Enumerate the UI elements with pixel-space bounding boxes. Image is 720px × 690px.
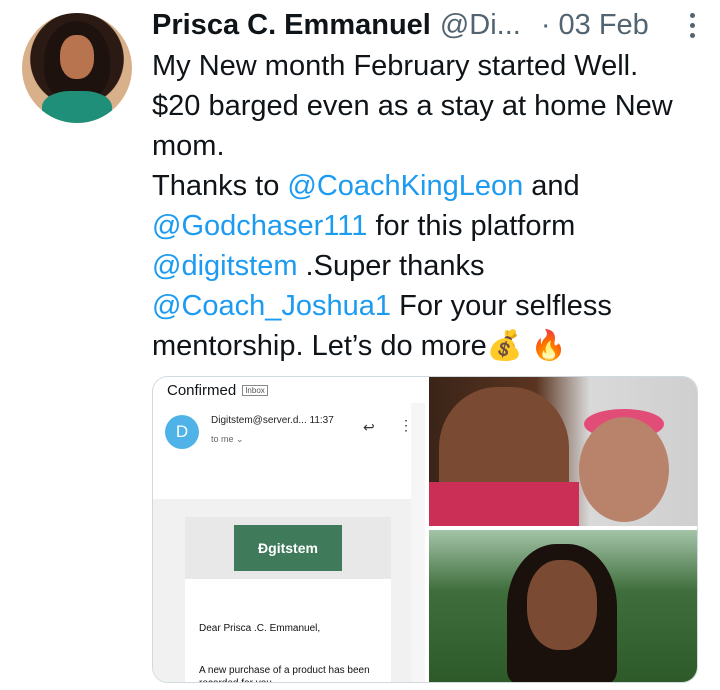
tweet-text-fragment: and [523,170,580,202]
email-card: D Digitstem@server.d... 11:37 to me ⌄ ↩ … [153,403,413,682]
tweet-date[interactable]: 03 Feb [559,9,649,42]
author-name[interactable]: Prisca C. Emmanuel [152,9,431,42]
mention-digitstem[interactable]: @digitstem [152,250,297,282]
tweet-text-fragment: for this platform [367,210,576,242]
tweet-line: @Coach_Joshua1 For your selfless [152,286,712,326]
email-content: Đgitstem Dear Prisca .C. Emmanuel, A new… [185,517,391,682]
media-photo-mother-baby[interactable] [429,377,697,526]
tweet-text: My New month February started Well. $20 … [152,46,712,366]
photo-shirt [429,482,579,526]
sender-avatar: D [165,415,199,449]
tweet-line: Thanks to @CoachKingLeon and [152,166,712,206]
email-time: 11:37 [309,415,334,426]
reply-icon: ↩ [363,419,375,435]
avatar-face [60,35,94,79]
tweet-header: Prisca C. Emmanuel @Di... · 03 Feb [152,8,707,42]
media-email-screenshot[interactable]: Confirmed Inbox D Digitstem@server.d... … [153,377,425,682]
digitstem-logo: Đgitstem [234,525,342,571]
email-more-icon: ⋮ [399,417,413,433]
email-inbox-badge: Inbox [242,384,268,396]
email-recipient: to me ⌄ [211,434,244,444]
avatar-dress [42,91,112,123]
separator-dot: · [540,8,551,41]
media-photo-woman[interactable] [429,530,697,682]
tweet-text-fragment: Thanks to [152,170,288,202]
email-greeting: Dear Prisca .C. Emmanuel, [199,623,321,634]
author-handle[interactable]: @Di... [440,9,521,42]
mention-coach-joshua1[interactable]: @Coach_Joshua1 [152,290,391,322]
media-grid: Confirmed Inbox D Digitstem@server.d... … [152,376,698,683]
money-bag-emoji: 💰 [486,330,523,362]
email-logo-band: Đgitstem [185,517,391,579]
email-folder-title: Confirmed [167,381,237,399]
mention-coachkingleon[interactable]: @CoachKingLeon [287,170,523,202]
fire-emoji: 🔥 [530,330,568,362]
tweet-text-fragment: .Super thanks [297,250,485,282]
tweet-text-fragment: For your selfless [391,290,612,322]
tweet-line: @Godchaser111 for this platform [152,206,712,246]
mention-godchaser111[interactable]: @Godchaser111 [152,210,367,242]
email-sender-row: D Digitstem@server.d... 11:37 to me ⌄ [165,415,334,449]
sender-info: Digitstem@server.d... 11:37 to me ⌄ [211,415,334,445]
email-body: Đgitstem Dear Prisca .C. Emmanuel, A new… [153,499,411,682]
email-purchase-text: A new purchase of a product has been rec… [199,665,370,682]
sender-address: Digitstem@server.d... [211,415,307,426]
email-topbar: Confirmed Inbox [153,377,425,403]
photo-face [527,560,597,650]
author-avatar[interactable] [22,13,132,123]
tweet-line: @digitstem .Super thanks [152,246,712,286]
more-vertical-icon[interactable] [677,8,707,42]
tweet-text-fragment: mentorship. Let’s do more [152,330,487,362]
tweet-line: mentorship. Let’s do more💰 🔥 [152,326,712,366]
tweet-line: mom. [152,130,225,162]
tweet-line: My New month February started Well. [152,50,639,82]
tweet-line: $20 barged even as a stay at home New [152,90,673,122]
photo-baby [579,417,669,522]
